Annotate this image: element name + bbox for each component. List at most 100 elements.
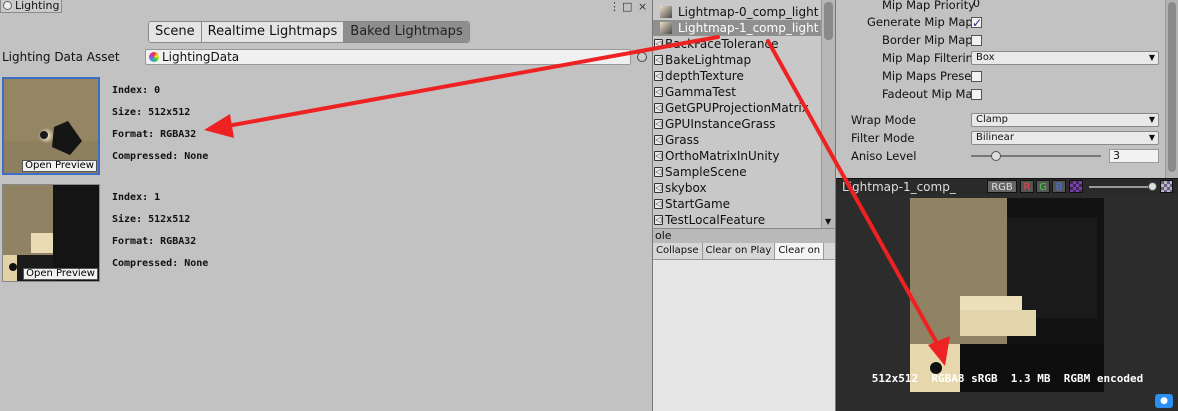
list-item-label: Lightmap-1_comp_light [678,21,819,35]
list-item[interactable]: ◁ SampleScene [653,164,821,180]
lightmap-1-compressed: Compressed: None [112,258,209,269]
unity-scene-icon: ◁ [654,87,663,97]
close-icon[interactable]: × [638,1,647,12]
open-preview-button[interactable]: Open Preview [22,160,97,172]
mip-map-priority-row: Mip Map Priority 0 [836,0,1166,14]
mip-maps-preserve-checkbox[interactable] [971,71,982,82]
console-toolbar: Collapse Clear on Play Clear on [653,243,835,260]
unity-scene-icon: ◁ [654,103,663,113]
aniso-level-row: Aniso Level 3 [836,147,1166,165]
border-mip-map-label: Border Mip Map [882,33,973,47]
lighting-tab-label: Lighting [15,0,60,12]
more-options-icon[interactable]: ⋮ [609,1,620,12]
project-asset-list: Lightmap-0_comp_light Lightmap-1_comp_li… [653,0,821,228]
list-item-label: GPUInstanceGrass [665,117,776,131]
asset-label-icon[interactable]: ● [1155,394,1173,408]
project-panel: Lightmap-0_comp_light Lightmap-1_comp_li… [652,0,835,411]
mip-level-slider-knob[interactable] [1148,182,1157,191]
list-item[interactable]: ◁ depthTexture [653,68,821,84]
wrap-mode-label: Wrap Mode [851,113,916,127]
generate-mip-maps-label: Generate Mip Maps [867,15,971,29]
list-item-label: BakeLightmap [665,53,752,67]
dropdown-arrow-icon: ▼ [1148,53,1155,62]
mip-map-filtering-dropdown[interactable]: Box ▼ [971,51,1159,65]
clear-on-build-button[interactable]: Clear on [775,243,825,259]
lighting-icon [3,1,12,10]
aniso-level-slider-knob[interactable] [990,151,1001,161]
maximize-icon[interactable]: □ [622,1,632,12]
list-item[interactable]: ◁ GetGPUProjectionMatrix [653,100,821,116]
open-preview-button[interactable]: Open Preview [23,268,98,280]
wrap-mode-row: Wrap Mode Clamp ▼ [836,111,1166,129]
alpha-channel-icon[interactable] [1069,180,1083,193]
lightmap-1-info: Index: 1 Size: 512x512 Format: RGBA32 Co… [112,192,208,280]
channel-r-toggle[interactable]: R [1020,180,1034,193]
aniso-level-field[interactable]: 3 [1109,149,1159,163]
lighting-data-asset-field[interactable]: LightingData [145,49,631,65]
generate-mip-maps-checkbox[interactable] [971,14,982,32]
wrap-mode-dropdown[interactable]: Clamp ▼ [971,113,1159,127]
dropdown-arrow-icon: ▼ [1148,133,1155,142]
scrollbar-thumb[interactable] [1168,2,1176,172]
lightmap-1-index: Index: 1 [112,192,161,203]
checker-background-icon[interactable] [1160,180,1173,193]
console-log-area[interactable] [653,260,835,411]
list-item[interactable]: ◁ TestLocalFeature [653,212,821,228]
filter-mode-label: Filter Mode [851,131,915,145]
tab-scene[interactable]: Scene [149,22,202,42]
list-item-label: OrthoMatrixInUnity [665,149,780,163]
lightmap-0-index: Index: 0 [112,85,161,96]
mip-map-priority-field[interactable]: 0 [970,0,1160,12]
list-item[interactable]: ◁ OrthoMatrixInUnity [653,148,821,164]
project-scrollbar[interactable]: ▼ [821,0,835,228]
scrollbar-thumb[interactable] [824,2,833,40]
fadeout-mip-maps-checkbox[interactable] [971,89,982,100]
wrap-mode-value: Clamp [976,114,1008,125]
lightmap-1-thumbnail[interactable]: Open Preview [2,184,100,282]
lightmap-preview-image [910,198,1104,392]
lightmap-asset-icon [660,6,672,18]
list-item[interactable]: ◁ GPUInstanceGrass [653,116,821,132]
border-mip-map-row: Border Mip Map [836,31,1166,49]
channel-b-toggle[interactable]: B [1052,180,1066,193]
list-item-label: StartGame [665,197,731,211]
clear-on-play-button[interactable]: Clear on Play [703,243,776,259]
inspector-scrollbar[interactable] [1165,0,1178,178]
object-picker-icon[interactable] [637,52,647,62]
channel-rgb-toggle[interactable]: RGB [987,180,1017,193]
list-item-label: Lightmap-0_comp_light [678,5,819,19]
unity-scene-icon: ◁ [654,151,663,161]
tab-baked-lightmaps[interactable]: Baked Lightmaps [344,22,469,42]
lightmap-0-compressed: Compressed: None [112,151,209,162]
list-item[interactable]: ◁ Grass [653,132,821,148]
list-item-label: skybox [665,181,707,195]
unity-scene-icon: ◁ [654,183,663,193]
unity-scene-icon: ◁ [654,55,663,65]
mip-map-filtering-label: Mip Map Filtering [882,51,971,65]
list-item-label: Grass [665,133,700,147]
list-item[interactable]: ◁ GammaTest [653,84,821,100]
lightmap-1-size: Size: 512x512 [112,214,191,225]
filter-mode-dropdown[interactable]: Bilinear ▼ [971,131,1159,145]
scroll-down-icon[interactable]: ▼ [825,217,831,226]
tab-realtime-lightmaps[interactable]: Realtime Lightmaps [202,22,345,42]
console-tab[interactable]: ole [653,228,835,243]
lightmap-1-format: Format: RGBA32 [112,236,197,247]
unity-scene-icon: ◁ [654,167,663,177]
list-item-label: BackFaceTolerance [665,37,779,51]
lighting-window-tab[interactable]: Lighting [0,0,62,13]
list-item[interactable]: Lightmap-0_comp_light [653,4,821,20]
list-item[interactable]: ◁ StartGame [653,196,821,212]
collapse-button[interactable]: Collapse [653,243,703,259]
list-item[interactable]: ◁ BakeLightmap [653,52,821,68]
border-mip-map-checkbox[interactable] [971,35,982,46]
lightmap-0-format: Format: RGBA32 [112,129,197,140]
channel-g-toggle[interactable]: G [1036,180,1050,193]
list-item[interactable]: ◁ BackFaceTolerance [653,36,821,52]
dropdown-arrow-icon: ▼ [1148,115,1155,124]
list-item[interactable]: ◁ skybox [653,180,821,196]
list-item[interactable]: Lightmap-1_comp_light [653,20,821,36]
lightmap-0-thumbnail[interactable]: Open Preview [2,77,100,175]
unity-scene-icon: ◁ [654,39,663,49]
mip-level-slider[interactable] [1089,186,1155,188]
